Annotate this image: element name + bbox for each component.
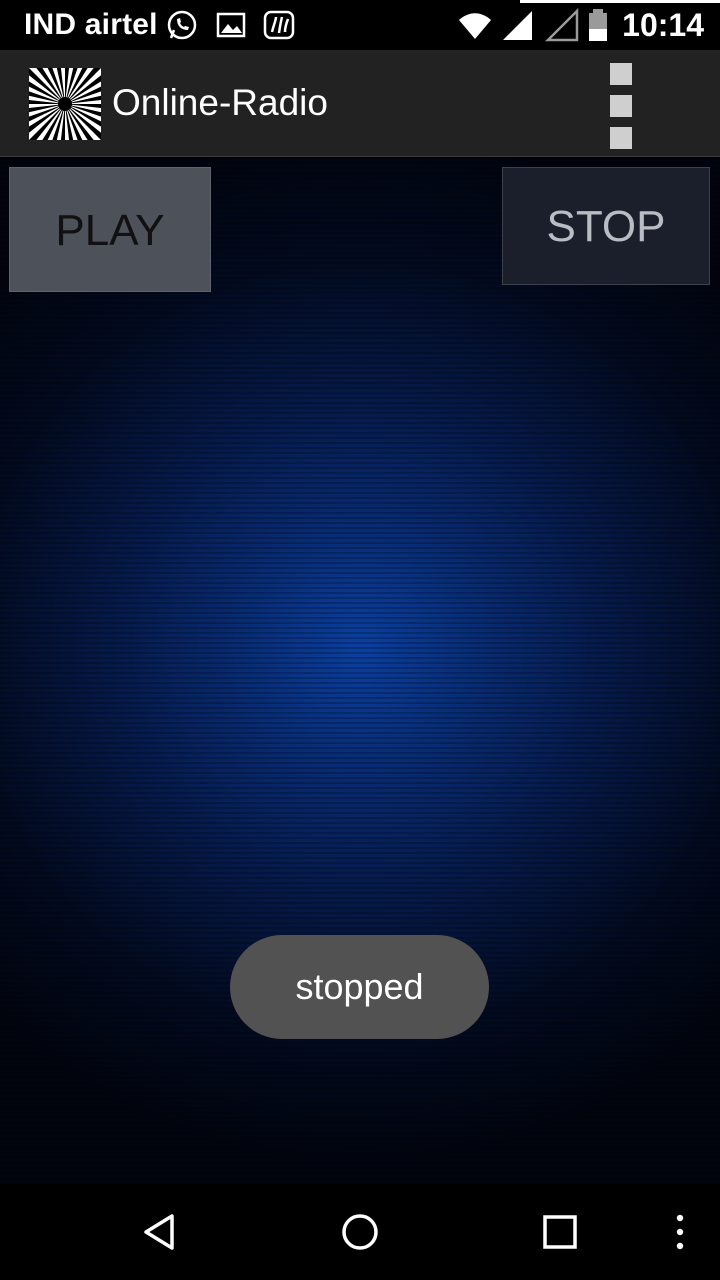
recents-icon[interactable]: [538, 1210, 582, 1254]
screen: IND airtel 10:14 Online-Radio PLAY STOP …: [0, 0, 720, 1280]
more-icon[interactable]: [658, 1210, 702, 1254]
play-button[interactable]: PLAY: [9, 167, 211, 292]
status-bar: IND airtel 10:14: [0, 0, 720, 50]
home-icon[interactable]: [338, 1210, 382, 1254]
stop-button[interactable]: STOP: [502, 167, 710, 285]
battery-icon: [589, 9, 607, 41]
carrier-name: IND airtel: [24, 8, 158, 41]
status-toast: stopped: [230, 935, 489, 1039]
gallery-icon: [216, 12, 246, 38]
status-bar-accent-line: [520, 0, 720, 3]
status-clock: 10:14: [622, 7, 704, 43]
app-title: Online-Radio: [112, 82, 328, 123]
whatsapp-icon: [167, 10, 197, 40]
menu-dot: [610, 127, 632, 149]
menu-dot: [610, 63, 632, 85]
wifi-icon: [459, 13, 491, 39]
signal-empty-icon: [545, 8, 579, 42]
saavn-icon: [263, 10, 295, 40]
app-bar: Online-Radio: [0, 50, 720, 157]
starburst-logo-icon: [29, 68, 101, 140]
signal-icon: [503, 11, 532, 40]
player-background: PLAY STOP stopped: [0, 158, 720, 1184]
back-icon[interactable]: [138, 1210, 182, 1254]
overflow-menu-icon[interactable]: [600, 58, 640, 154]
menu-dot: [610, 95, 632, 117]
navigation-bar: [0, 1184, 720, 1280]
